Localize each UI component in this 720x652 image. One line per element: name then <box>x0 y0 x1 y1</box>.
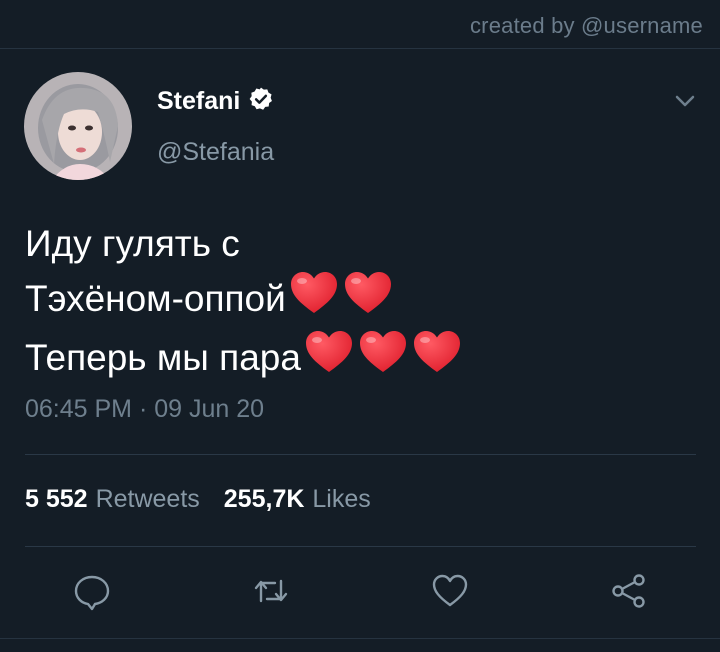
red-heart-icon <box>409 328 463 387</box>
divider <box>25 546 696 547</box>
avatar-image <box>24 72 132 180</box>
divider <box>25 454 696 455</box>
likes-label[interactable]: Likes <box>312 485 370 514</box>
red-heart-icon <box>340 269 394 328</box>
tweet-timestamp[interactable]: 06:45 PM · 09 Jun 20 <box>25 395 264 424</box>
tweet-line: Теперь мы пара <box>25 328 463 387</box>
verified-badge-icon <box>240 86 274 117</box>
retweets-label[interactable]: Retweets <box>96 485 200 514</box>
credit-text: created by @username <box>469 13 703 38</box>
tweet-line: Иду гулять с <box>25 218 463 269</box>
author-handle[interactable]: @Stefania <box>157 138 274 167</box>
likes-count[interactable]: 255,7K <box>224 485 305 514</box>
chevron-down-icon[interactable] <box>674 93 696 109</box>
avatar[interactable] <box>24 72 132 180</box>
red-heart-icon <box>301 328 355 387</box>
action-bar <box>0 567 720 619</box>
retweet-icon[interactable] <box>247 567 295 615</box>
top-bar: created by @username <box>0 0 720 49</box>
tweet-line: Тэхёном-оппой <box>25 269 463 328</box>
bottom-divider <box>0 638 720 639</box>
hearts-group <box>286 269 394 328</box>
author-row: Stefani <box>157 86 274 117</box>
tweet-line-text: Тэхёном-оппой <box>25 278 286 319</box>
engagement-stats: 5 552 Retweets 255,7K Likes <box>25 485 371 514</box>
tweet-line-text: Иду гулять с <box>25 223 240 264</box>
red-heart-icon <box>355 328 409 387</box>
author-name[interactable]: Stefani <box>157 87 240 116</box>
like-icon[interactable] <box>426 567 474 615</box>
share-icon[interactable] <box>605 567 653 615</box>
red-heart-icon <box>286 269 340 328</box>
tweet-line-text: Теперь мы пара <box>25 337 301 378</box>
reply-icon[interactable] <box>68 567 116 615</box>
hearts-group <box>301 328 463 387</box>
retweets-count[interactable]: 5 552 <box>25 485 88 514</box>
tweet-text: Иду гулять с Тэхёном-оппой Теперь мы пар… <box>25 218 463 387</box>
